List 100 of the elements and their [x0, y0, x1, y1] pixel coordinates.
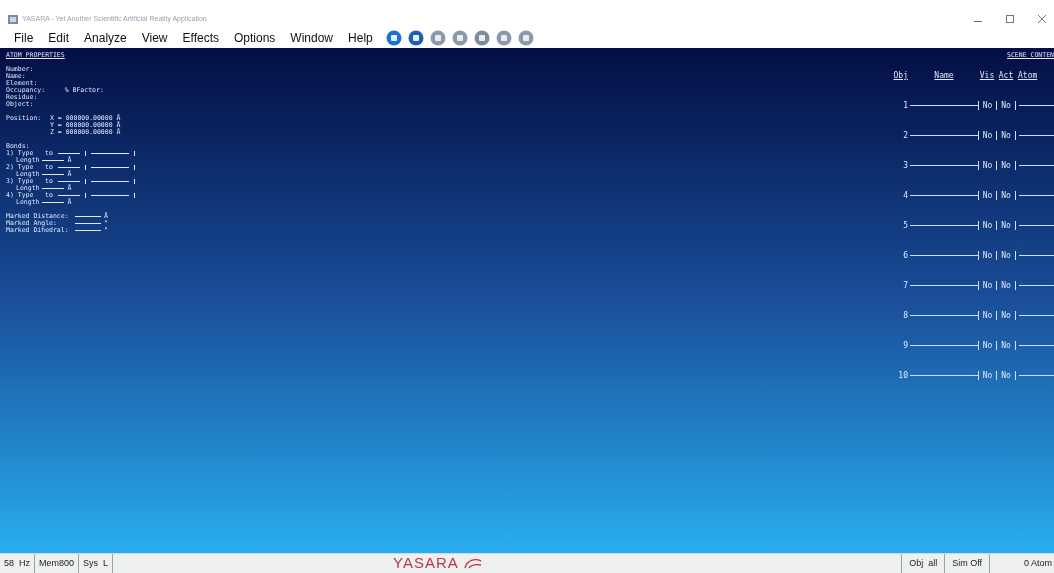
- object-number: 5: [902, 221, 909, 230]
- length-value-line: [42, 188, 65, 189]
- bond-atom-line: [57, 153, 80, 154]
- visible-value: No: [978, 311, 996, 320]
- name-line: [910, 345, 978, 346]
- object-number: 1: [902, 101, 909, 110]
- visible-value: No: [978, 251, 996, 260]
- bond-atom-line: [90, 167, 129, 168]
- line-tick: [84, 151, 86, 156]
- column-header: Act: [997, 71, 1015, 80]
- line-tick: [84, 179, 86, 184]
- name-line: [910, 315, 978, 316]
- line-tick: [133, 165, 135, 170]
- visible-value: No: [978, 281, 996, 290]
- menu-item[interactable]: File: [14, 29, 34, 47]
- atom-line: [1019, 195, 1054, 196]
- status-item: 0 Atom: [989, 554, 1054, 573]
- toolbar-circle-icon[interactable]: [495, 30, 512, 46]
- toolbar-circle-icon[interactable]: [451, 30, 468, 46]
- status-item: Obj all: [901, 554, 945, 573]
- menu-item[interactable]: Edit: [48, 29, 70, 47]
- length-value-line: [42, 160, 65, 161]
- object-number: 8: [902, 311, 909, 320]
- visible-value: No: [978, 371, 996, 380]
- toolbar-circle-icon[interactable]: [385, 30, 402, 46]
- object-number: 2: [902, 131, 909, 140]
- atom-line: [1019, 255, 1054, 256]
- active-value: No: [996, 191, 1016, 200]
- bond-atom-line: [57, 195, 80, 196]
- atom-line: [1019, 165, 1054, 166]
- menu-item[interactable]: View: [141, 29, 168, 47]
- name-line: [910, 225, 978, 226]
- visible-value: No: [978, 191, 996, 200]
- object-number: 7: [902, 281, 909, 290]
- menu-item[interactable]: Window: [290, 29, 334, 47]
- active-value: No: [996, 281, 1016, 290]
- atom-line: [1019, 135, 1054, 136]
- toolbar-circle-icon[interactable]: [407, 30, 424, 46]
- atom-line: [1019, 375, 1054, 376]
- active-value: No: [996, 371, 1016, 380]
- atom-line: [1019, 315, 1054, 316]
- atom-line: [1019, 285, 1054, 286]
- line-tick: [84, 165, 86, 170]
- menu-item[interactable]: Help: [348, 29, 373, 47]
- column-header: Name: [933, 71, 955, 80]
- value-line: [75, 216, 101, 217]
- toolbar-circle-icon[interactable]: [473, 30, 490, 46]
- bond-atom-line: [57, 181, 80, 182]
- object-number: 10: [897, 371, 909, 380]
- active-value: No: [996, 161, 1016, 170]
- visible-value: No: [978, 221, 996, 230]
- active-value: No: [996, 341, 1016, 350]
- object-number: 9: [902, 341, 909, 350]
- bond-atom-line: [90, 195, 129, 196]
- length-value-line: [42, 202, 65, 203]
- visible-value: No: [978, 161, 996, 170]
- status-item: Mem800: [35, 554, 80, 573]
- menu-item[interactable]: Effects: [182, 29, 219, 47]
- name-line: [910, 255, 978, 256]
- visible-value: No: [978, 101, 996, 110]
- name-line: [910, 135, 978, 136]
- active-value: No: [996, 131, 1016, 140]
- value-line: [75, 223, 101, 224]
- visible-value: No: [978, 131, 996, 140]
- atom-line: [1019, 225, 1054, 226]
- line-tick: [133, 193, 135, 198]
- column-header: Obj: [892, 71, 909, 80]
- close-icon[interactable]: [1038, 15, 1046, 23]
- active-value: No: [996, 221, 1016, 230]
- bond-atom-line: [57, 167, 80, 168]
- toolbar-circle-icon[interactable]: [429, 30, 446, 46]
- active-value: No: [996, 311, 1016, 320]
- column-header: Vis: [978, 71, 996, 80]
- atom-line: [1019, 345, 1054, 346]
- line-tick: [84, 193, 86, 198]
- name-line: [910, 105, 978, 106]
- active-value: No: [996, 251, 1016, 260]
- status-item: Sys L: [79, 554, 114, 573]
- menu-item[interactable]: Options: [234, 29, 276, 47]
- maximize-icon[interactable]: [1006, 15, 1014, 23]
- length-value-line: [42, 174, 65, 175]
- toolbar-circle-icon[interactable]: [517, 30, 534, 46]
- bond-atom-line: [90, 181, 129, 182]
- visible-value: No: [978, 341, 996, 350]
- logo: YASARA: [393, 553, 459, 573]
- name-line: [910, 285, 978, 286]
- active-value: No: [996, 101, 1016, 110]
- object-number: 3: [902, 161, 909, 170]
- bond-atom-line: [90, 153, 129, 154]
- line-tick: [133, 179, 135, 184]
- status-item: 58 Hz: [0, 554, 35, 573]
- line-tick: [133, 151, 135, 156]
- menu-item[interactable]: Analyze: [84, 29, 127, 47]
- value-line: [75, 230, 101, 231]
- name-line: [910, 375, 978, 376]
- atom-line: [1019, 105, 1054, 106]
- app-icon: [8, 14, 18, 24]
- object-number: 4: [902, 191, 909, 200]
- name-line: [910, 165, 978, 166]
- name-line: [910, 195, 978, 196]
